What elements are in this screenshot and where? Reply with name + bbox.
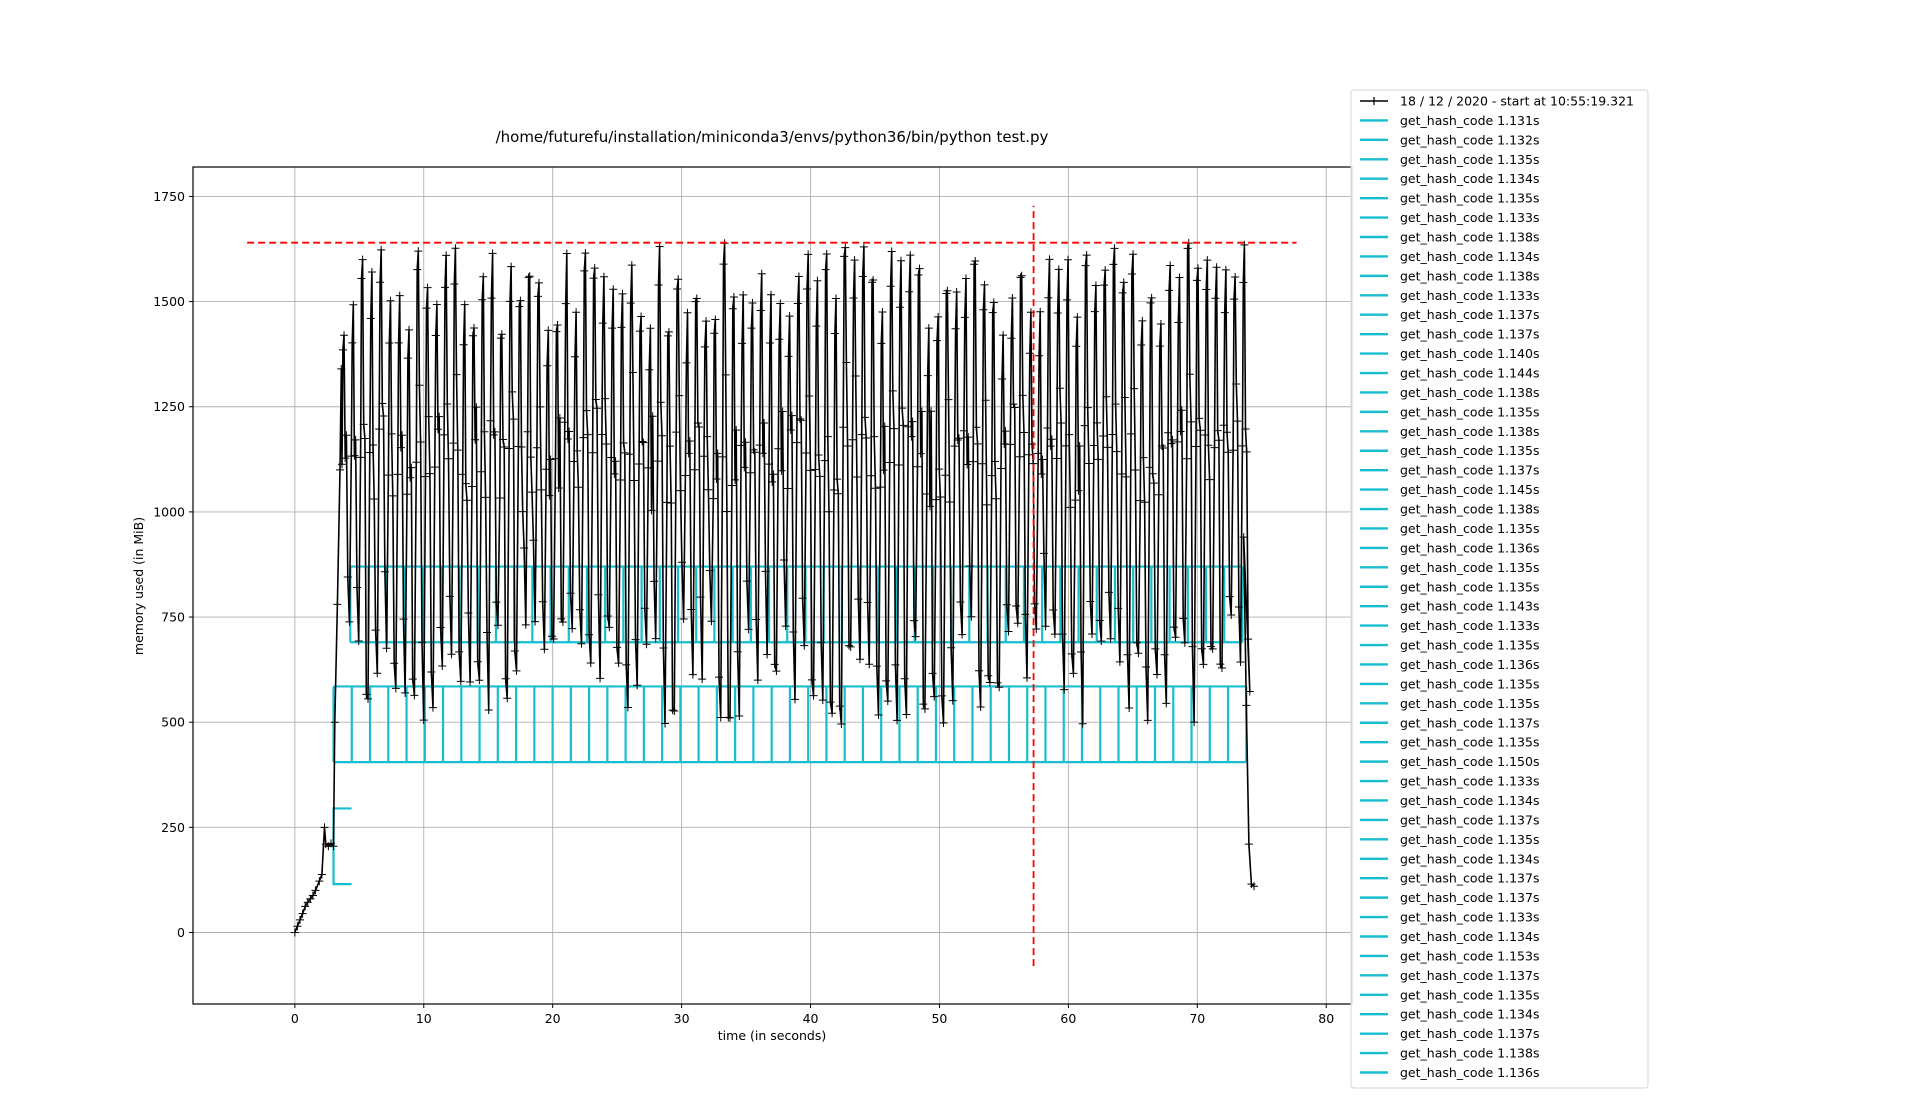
- legend-label: get_hash_code 1.135s: [1400, 696, 1539, 711]
- legend-label: get_hash_code 1.135s: [1400, 443, 1539, 458]
- x-tick-label: 70: [1189, 1011, 1205, 1026]
- y-tick-label: 0: [177, 925, 185, 940]
- legend-label: get_hash_code 1.138s: [1400, 385, 1539, 400]
- legend-label: get_hash_code 1.135s: [1400, 152, 1539, 167]
- legend-label: get_hash_code 1.135s: [1400, 832, 1539, 847]
- legend: 18 / 12 / 2020 - start at 10:55:19.321 ge…: [1350, 89, 1649, 1089]
- legend-label: get_hash_code 1.133s: [1400, 910, 1539, 925]
- legend-label: get_hash_code 1.138s: [1400, 424, 1539, 439]
- legend-label: get_hash_code 1.135s: [1400, 579, 1539, 594]
- legend-label: get_hash_code 1.143s: [1400, 599, 1539, 614]
- legend-label: get_hash_code 1.136s: [1400, 540, 1539, 555]
- memory-profile-chart: /home/futurefu/installation/miniconda3/e…: [0, 0, 1920, 1109]
- legend-label: get_hash_code 1.133s: [1400, 774, 1539, 789]
- legend-label: get_hash_code 1.134s: [1400, 929, 1539, 944]
- chart-title: /home/futurefu/installation/miniconda3/e…: [496, 128, 1049, 146]
- y-tick-label: 500: [161, 715, 185, 730]
- legend-label: get_hash_code 1.134s: [1400, 851, 1539, 866]
- legend-label: get_hash_code 1.134s: [1400, 171, 1539, 186]
- x-tick-label: 0: [291, 1011, 299, 1026]
- legend-item-memory: 18 / 12 / 2020 - start at 10:55:19.321: [1360, 94, 1634, 109]
- legend-label: get_hash_code 1.153s: [1400, 948, 1539, 963]
- legend-label: 18 / 12 / 2020 - start at 10:55:19.321: [1400, 94, 1634, 109]
- legend-label: get_hash_code 1.150s: [1400, 754, 1539, 769]
- legend-label: get_hash_code 1.138s: [1400, 230, 1539, 245]
- legend-label: get_hash_code 1.133s: [1400, 210, 1539, 225]
- legend-label: get_hash_code 1.137s: [1400, 463, 1539, 478]
- legend-label: get_hash_code 1.135s: [1400, 191, 1539, 206]
- legend-label: get_hash_code 1.135s: [1400, 638, 1539, 653]
- legend-label: get_hash_code 1.137s: [1400, 327, 1539, 342]
- x-axis-label: time (in seconds): [718, 1028, 826, 1043]
- x-tick-label: 40: [803, 1011, 819, 1026]
- y-tick-label: 750: [161, 610, 185, 625]
- legend-label: get_hash_code 1.140s: [1400, 346, 1539, 361]
- legend-label: get_hash_code 1.133s: [1400, 618, 1539, 633]
- legend-label: get_hash_code 1.137s: [1400, 968, 1539, 983]
- y-tick-label: 1500: [153, 294, 185, 309]
- legend-label: get_hash_code 1.137s: [1400, 307, 1539, 322]
- x-tick-label: 50: [931, 1011, 947, 1026]
- y-tick-label: 1750: [153, 189, 185, 204]
- legend-label: get_hash_code 1.134s: [1400, 249, 1539, 264]
- legend-label: get_hash_code 1.133s: [1400, 288, 1539, 303]
- legend-label: get_hash_code 1.137s: [1400, 812, 1539, 827]
- legend-label: get_hash_code 1.145s: [1400, 482, 1539, 497]
- legend-label: get_hash_code 1.137s: [1400, 715, 1539, 730]
- x-tick-label: 80: [1318, 1011, 1334, 1026]
- legend-label: get_hash_code 1.138s: [1400, 502, 1539, 517]
- legend-label: get_hash_code 1.135s: [1400, 735, 1539, 750]
- legend-label: get_hash_code 1.135s: [1400, 560, 1539, 575]
- legend-label: get_hash_code 1.138s: [1400, 268, 1539, 283]
- x-tick-label: 30: [674, 1011, 690, 1026]
- legend-label: get_hash_code 1.137s: [1400, 1026, 1539, 1041]
- legend-label: get_hash_code 1.144s: [1400, 366, 1539, 381]
- legend-label: get_hash_code 1.136s: [1400, 1065, 1539, 1080]
- legend-label: get_hash_code 1.135s: [1400, 404, 1539, 419]
- legend-label: get_hash_code 1.134s: [1400, 793, 1539, 808]
- legend-label: get_hash_code 1.137s: [1400, 871, 1539, 886]
- legend-label: get_hash_code 1.135s: [1400, 521, 1539, 536]
- legend-label: get_hash_code 1.132s: [1400, 132, 1539, 147]
- y-axis-label: memory used (in MiB): [131, 517, 146, 655]
- legend-label: get_hash_code 1.135s: [1400, 676, 1539, 691]
- legend-label: get_hash_code 1.134s: [1400, 1007, 1539, 1022]
- legend-label: get_hash_code 1.135s: [1400, 987, 1539, 1002]
- x-tick-label: 60: [1060, 1011, 1076, 1026]
- legend-label: get_hash_code 1.136s: [1400, 657, 1539, 672]
- legend-label: get_hash_code 1.137s: [1400, 890, 1539, 905]
- x-tick-label: 20: [545, 1011, 561, 1026]
- y-tick-label: 1250: [153, 399, 185, 414]
- legend-label: get_hash_code 1.138s: [1400, 1046, 1539, 1061]
- x-tick-label: 10: [416, 1011, 432, 1026]
- y-tick-label: 250: [161, 820, 185, 835]
- y-tick-label: 1000: [153, 504, 185, 519]
- legend-label: get_hash_code 1.131s: [1400, 113, 1539, 128]
